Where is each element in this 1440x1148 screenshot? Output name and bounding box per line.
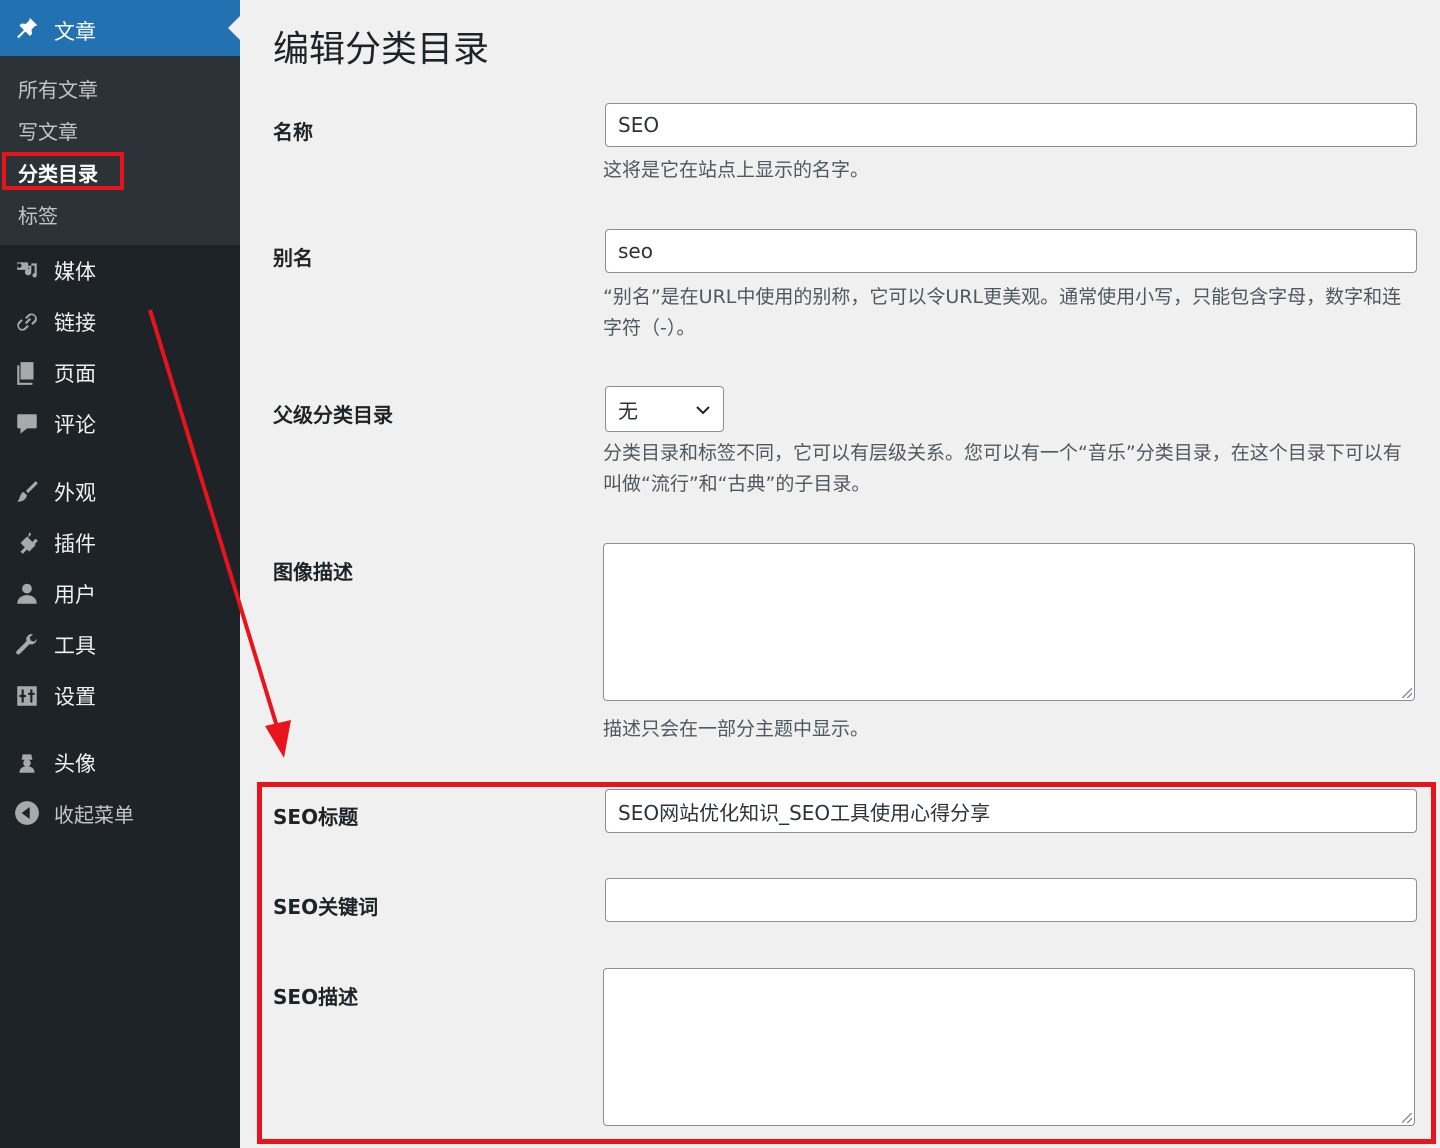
menu-label-settings: 设置 xyxy=(54,685,96,709)
parent-select-value: 无 xyxy=(618,398,638,423)
parent-select[interactable]: 无 xyxy=(605,386,724,432)
menu-label-collapse: 收起菜单 xyxy=(54,802,134,827)
menu-label-appearance: 外观 xyxy=(54,481,96,505)
menu-item-media[interactable]: 媒体 xyxy=(0,251,240,291)
menu-item-settings[interactable]: 设置 xyxy=(0,676,240,716)
menu-item-appearance[interactable]: 外观 xyxy=(0,472,240,512)
menu-label-media: 媒体 xyxy=(54,260,96,284)
collapse-menu-button[interactable]: 收起菜单 xyxy=(0,793,240,833)
menu-item-users[interactable]: 用户 xyxy=(0,574,240,614)
description-help: 描述只会在一部分主题中显示。 xyxy=(603,718,870,740)
avatar-icon xyxy=(14,750,40,776)
menu-item-plugins[interactable]: 插件 xyxy=(0,523,240,563)
menu-item-comments[interactable]: 评论 xyxy=(0,404,240,444)
menu-item-avatar[interactable]: 头像 xyxy=(0,743,240,783)
appearance-icon xyxy=(14,479,40,505)
page-title: 编辑分类目录 xyxy=(273,29,490,70)
pin-icon xyxy=(14,15,40,41)
comment-icon xyxy=(14,411,40,437)
media-icon xyxy=(14,258,40,284)
slug-label: 别名 xyxy=(273,246,313,270)
menu-item-pages[interactable]: 页面 xyxy=(0,353,240,393)
chevron-down-icon xyxy=(696,406,710,415)
submenu-tags[interactable]: 标签 xyxy=(18,200,58,229)
menu-item-links[interactable]: 链接 xyxy=(0,302,240,342)
categories-highlight-box xyxy=(2,152,124,190)
menu-label-comments: 评论 xyxy=(54,413,96,437)
menu-item-tools[interactable]: 工具 xyxy=(0,625,240,665)
menu-label-avatar: 头像 xyxy=(54,752,96,776)
description-label: 图像描述 xyxy=(273,560,353,584)
menu-item-posts[interactable]: 文章 xyxy=(0,0,240,56)
description-textarea[interactable] xyxy=(603,543,1415,701)
menu-label-users: 用户 xyxy=(54,583,96,607)
parent-label: 父级分类目录 xyxy=(273,403,393,427)
admin-sidebar: 文章 所有文章 写文章 分类目录 标签 媒体 链接 页面 评论 外观 插件 用户… xyxy=(0,0,240,1148)
collapse-icon xyxy=(14,800,40,826)
user-icon xyxy=(14,581,40,607)
submenu-all-posts[interactable]: 所有文章 xyxy=(18,74,98,103)
name-help: 这将是它在站点上显示的名字。 xyxy=(603,159,870,181)
menu-label-plugins: 插件 xyxy=(54,532,96,556)
menu-label-posts: 文章 xyxy=(54,20,96,44)
name-input[interactable]: SEO xyxy=(605,103,1417,147)
menu-label-tools: 工具 xyxy=(54,634,96,658)
menu-label-pages: 页面 xyxy=(54,362,96,386)
tools-icon xyxy=(14,632,40,658)
settings-icon xyxy=(14,683,40,709)
link-icon xyxy=(14,309,40,335)
slug-help: “别名”是在URL中使用的别称，它可以令URL更美观。通常使用小写，只能包含字母… xyxy=(603,286,1402,339)
plugin-icon xyxy=(14,530,40,556)
posts-submenu: 所有文章 写文章 分类目录 标签 xyxy=(0,56,240,245)
name-label: 名称 xyxy=(273,120,313,144)
menu-label-links: 链接 xyxy=(54,311,96,335)
parent-help: 分类目录和标签不同，它可以有层级关系。您可以有一个“音乐”分类目录，在这个目录下… xyxy=(603,442,1402,495)
submenu-new-post[interactable]: 写文章 xyxy=(18,116,78,145)
page-icon xyxy=(14,360,40,386)
seo-fields-highlight-box xyxy=(257,782,1436,1144)
slug-input[interactable]: seo xyxy=(605,229,1417,273)
